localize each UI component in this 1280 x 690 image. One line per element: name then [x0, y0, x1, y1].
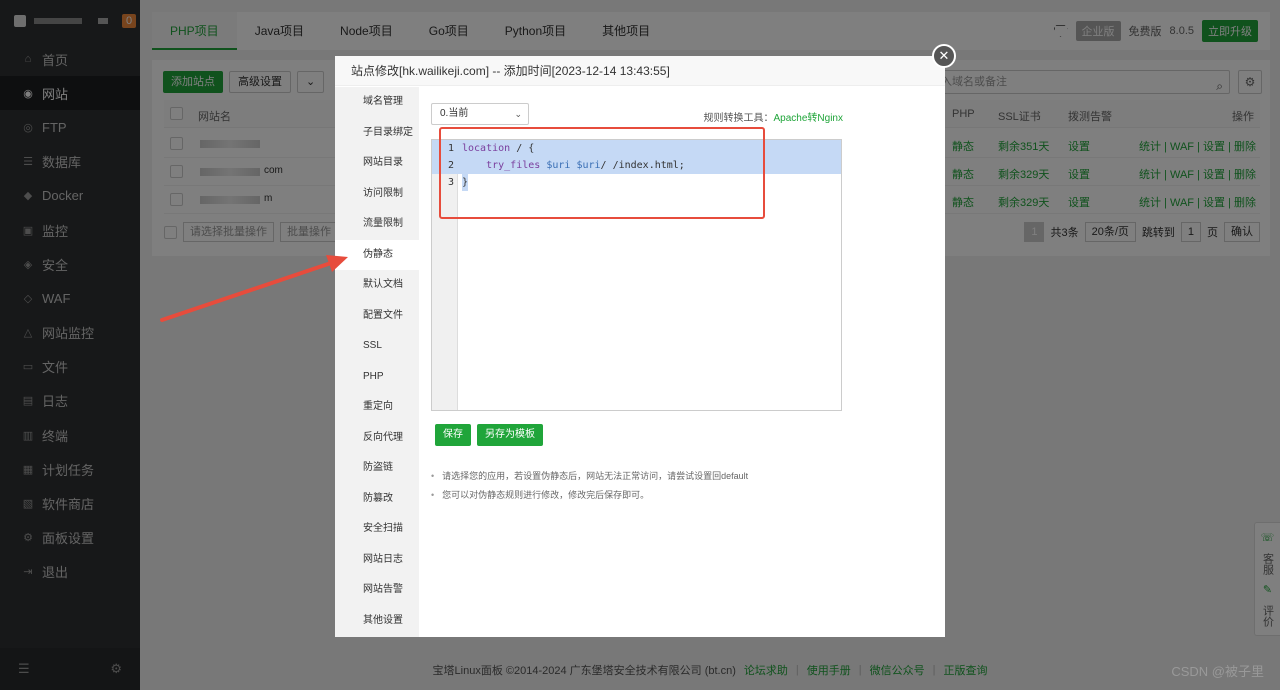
annotation-arrow: [160, 255, 348, 322]
